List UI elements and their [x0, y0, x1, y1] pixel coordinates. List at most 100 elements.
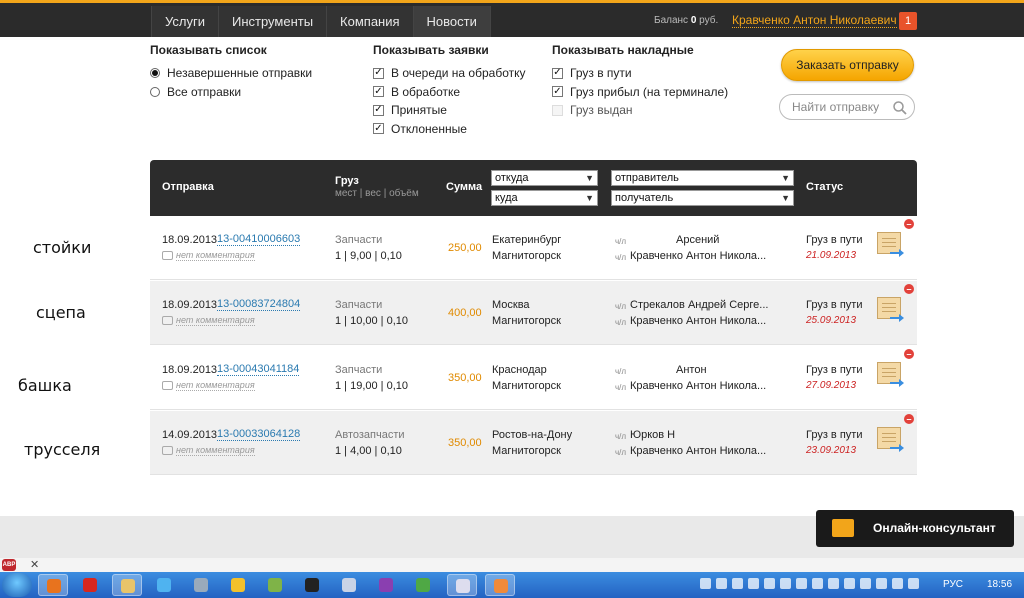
tray-icon[interactable] [748, 578, 759, 589]
taskbar-app[interactable] [334, 574, 364, 596]
checkbox-checked[interactable]: ✓ [552, 86, 563, 98]
table-row[interactable]: 18.09.2013 13-00083724804 нет комментари… [150, 281, 917, 345]
start-button[interactable] [2, 573, 32, 597]
user-name-link[interactable]: Кравченко Антон Николаевич [732, 13, 897, 28]
checkbox-accepted[interactable]: ✓ Принятые [373, 101, 526, 120]
delete-icon[interactable]: – [904, 219, 914, 229]
shipment-number-link[interactable]: 13-00083724804 [217, 298, 301, 311]
radio-all[interactable]: Все отправки [150, 83, 312, 102]
taskbar-app[interactable] [297, 574, 327, 596]
comment-link[interactable]: нет комментария [176, 315, 255, 326]
online-consultant-button[interactable]: Онлайн-консультант [816, 510, 1014, 547]
tray-icon[interactable] [764, 578, 775, 589]
table-row[interactable]: 18.09.2013 13-00410006603 нет комментари… [150, 216, 917, 280]
checkbox-checked[interactable]: ✓ [552, 67, 563, 79]
tray-icon[interactable] [844, 578, 855, 589]
taskbar-app[interactable] [186, 574, 216, 596]
to-city: Магнитогорск [492, 445, 561, 457]
chat-icon [832, 519, 854, 537]
nav-tab-services[interactable]: Услуги [151, 6, 218, 37]
tray-icon[interactable] [812, 578, 823, 589]
language-indicator[interactable]: РУС [943, 579, 963, 590]
checkbox-in-transit[interactable]: ✓ Груз в пути [552, 64, 728, 83]
from-select[interactable]: откуда ▼ [491, 170, 598, 186]
shipment-number-link[interactable]: 13-00033064128 [217, 428, 301, 441]
comment-icon[interactable] [162, 446, 173, 455]
tray-icon[interactable] [828, 578, 839, 589]
comment-icon[interactable] [162, 381, 173, 390]
order-shipment-button[interactable]: Заказать отправку [781, 49, 914, 81]
checkbox-processing[interactable]: ✓ В обработке [373, 83, 526, 102]
receiver-name: Кравченко Антон Никола... [630, 315, 767, 327]
checkbox-arrived[interactable]: ✓ Груз прибыл (на терминале) [552, 83, 728, 102]
taskbar-app[interactable] [485, 574, 515, 596]
shipment-number-link[interactable]: 13-00410006603 [217, 233, 301, 246]
table-row[interactable]: 18.09.2013 13-00043041184 нет комментари… [150, 346, 917, 410]
search-icon[interactable] [892, 100, 908, 116]
comment-link[interactable]: нет комментария [176, 445, 255, 456]
tray-icon[interactable] [796, 578, 807, 589]
checkbox-checked[interactable]: ✓ [373, 123, 384, 135]
balance-currency: руб. [699, 15, 719, 26]
checkbox-checked[interactable]: ✓ [373, 86, 384, 98]
search-box[interactable] [779, 94, 915, 120]
sender-select[interactable]: отправитель ▼ [611, 170, 794, 186]
receiver-select[interactable]: получатель ▼ [611, 190, 794, 206]
balance-label: Баланс [654, 15, 689, 26]
delete-icon[interactable]: – [904, 414, 914, 424]
nav-tab-news[interactable]: Новости [412, 6, 491, 37]
taskbar-app[interactable] [223, 574, 253, 596]
tray-icon[interactable] [860, 578, 871, 589]
consultant-label: Онлайн-консультант [873, 521, 996, 535]
tray-icon[interactable] [716, 578, 727, 589]
checkbox-queue[interactable]: ✓ В очереди на обработку [373, 64, 526, 83]
taskbar-app[interactable] [260, 574, 290, 596]
sender-prefix: ч/л [615, 367, 627, 376]
receiver-name: Кравченко Антон Никола... [630, 380, 767, 392]
nav-tab-company[interactable]: Компания [326, 6, 413, 37]
checkbox-rejected[interactable]: ✓ Отклоненные [373, 120, 526, 139]
filter-list-title: Показывать список [150, 43, 267, 57]
taskbar-yandex[interactable] [75, 574, 105, 596]
tray-icon[interactable] [908, 578, 919, 589]
comment-icon[interactable] [162, 316, 173, 325]
clock[interactable]: 18:56 [987, 579, 1012, 590]
app-icon [305, 578, 319, 592]
ie-icon [157, 578, 171, 592]
radio-label: Все отправки [167, 84, 242, 99]
checkbox-label: Принятые [391, 103, 447, 118]
tray-icon[interactable] [700, 578, 711, 589]
checkbox-checked[interactable]: ✓ [373, 104, 384, 116]
radio-unfinished[interactable]: Незавершенные отправки [150, 64, 312, 83]
delete-icon[interactable]: – [904, 284, 914, 294]
taskbar-firefox[interactable] [38, 574, 68, 596]
taskbar-explorer[interactable] [112, 574, 142, 596]
taskbar-app[interactable] [447, 574, 477, 596]
radio-unchecked[interactable] [150, 86, 160, 97]
tray-icon[interactable] [780, 578, 791, 589]
comment-link[interactable]: нет комментария [176, 250, 255, 261]
nav-tab-tools[interactable]: Инструменты [217, 6, 327, 37]
table-row[interactable]: 14.09.2013 13-00033064128 нет комментари… [150, 411, 917, 475]
close-icon[interactable]: ✕ [30, 558, 39, 571]
tray-icon[interactable] [732, 578, 743, 589]
to-select[interactable]: куда ▼ [491, 190, 598, 206]
tray-icon[interactable] [892, 578, 903, 589]
shipment-number-link[interactable]: 13-00043041184 [217, 363, 300, 376]
taskbar-app[interactable] [371, 574, 401, 596]
app-icon [231, 578, 245, 592]
comment-link[interactable]: нет комментария [176, 380, 255, 391]
arrow-right-icon [890, 444, 904, 452]
delete-icon[interactable]: – [904, 349, 914, 359]
checkbox-checked[interactable]: ✓ [373, 67, 384, 79]
radio-checked[interactable] [150, 68, 160, 79]
search-input[interactable] [792, 100, 892, 114]
notification-badge[interactable]: 1 [899, 12, 917, 30]
from-city: Ростов-на-Дону [492, 429, 573, 441]
taskbar-utorrent[interactable] [408, 574, 438, 596]
tray-icon[interactable] [876, 578, 887, 589]
taskbar-ie[interactable] [149, 574, 179, 596]
header-sum: Сумма [446, 181, 483, 193]
adblock-icon[interactable]: ABP [2, 559, 16, 571]
comment-icon[interactable] [162, 251, 173, 260]
